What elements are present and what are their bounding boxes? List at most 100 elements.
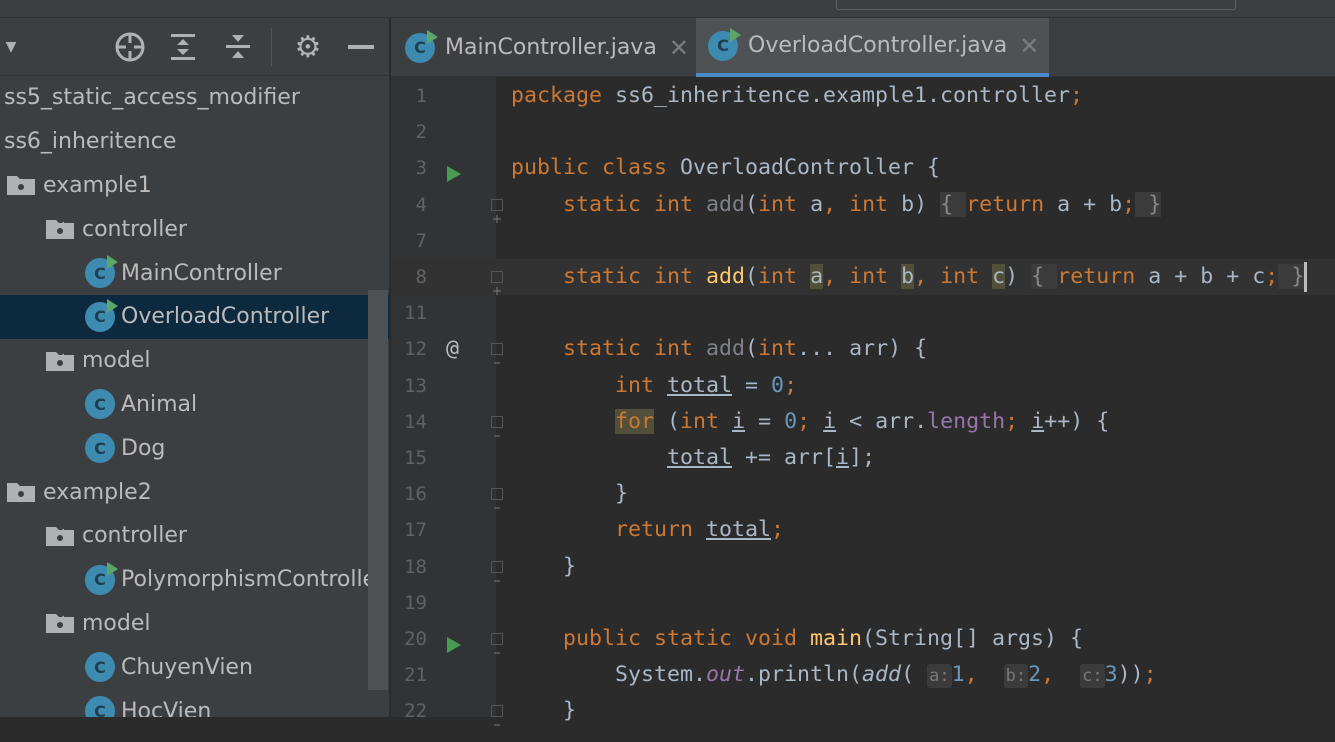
fold-expand-icon[interactable] [491, 198, 503, 223]
code-token: for [615, 408, 655, 434]
code-token: ; [1265, 264, 1279, 289]
tree-item-hocvien[interactable]: C HocVien [0, 689, 389, 717]
tree-item-overloadcontroller[interactable]: C OverloadController [0, 294, 389, 339]
code-line[interactable]: 21 System.out.println(add( a:1, b:2, c:3… [391, 657, 1335, 693]
code-token: ( [745, 336, 759, 362]
tree-item-animal[interactable]: C Animal [0, 383, 389, 427]
code-line[interactable]: 14 for (int i = 0; i < arr.length; i++) … [391, 404, 1335, 440]
tab-main-controller[interactable]: C MainController.java ✕ [395, 18, 695, 77]
tree-item-label: ss6_inheritence [4, 129, 177, 155]
tree-item-controller[interactable]: ❯controller [0, 207, 389, 251]
fold-collapse-icon[interactable] [491, 705, 503, 726]
class-icon: C [85, 652, 115, 683]
code-line[interactable]: 12 @ static int add(int... arr) { [391, 331, 1335, 367]
code-token: package [511, 83, 603, 108]
search-field[interactable] [836, 0, 1236, 10]
close-icon[interactable]: ✕ [669, 34, 689, 62]
tree-item-label: MainController [121, 260, 282, 286]
code-line[interactable]: 1 package ss6_inheritence.example1.contro… [391, 78, 1335, 114]
minimize-icon[interactable] [344, 30, 378, 64]
line-number: 20 [404, 628, 427, 650]
fold-collapse-icon[interactable] [491, 343, 503, 364]
tree-item-maincontroller[interactable]: C MainController [0, 251, 389, 295]
code-line[interactable]: 13 int total = 0; [391, 368, 1335, 404]
code-line[interactable]: 8 static int add(int a, int b, int c) { … [391, 259, 1335, 295]
code-token: , [823, 264, 837, 289]
code-line[interactable]: 18 } [391, 549, 1335, 585]
code-token: ) [1005, 264, 1032, 289]
code-line[interactable]: 17 return total; [391, 512, 1335, 548]
toolbar-divider [271, 28, 272, 66]
code-token: ( [745, 264, 759, 289]
tree-item-ss5_static_access_modifier[interactable]: ss5_static_access_modifier [0, 76, 389, 120]
tab-label: MainController.java [445, 35, 657, 60]
code-line[interactable]: 19 [391, 585, 1335, 621]
package-folder-icon [6, 481, 36, 503]
code-token: total [706, 517, 772, 543]
code-editor[interactable]: 1 package ss6_inheritence.example1.contro… [391, 77, 1335, 726]
fold-collapse-icon[interactable] [491, 560, 503, 582]
class-icon: C [85, 561, 118, 595]
code-token: main [810, 626, 863, 651]
code-line[interactable]: 11 [391, 295, 1335, 331]
code-text: static int add(int a, int b) { return a … [511, 187, 1162, 223]
line-number: 16 [404, 483, 427, 506]
class-icon: C [85, 255, 118, 289]
fold-expand-icon[interactable] [491, 271, 503, 295]
code-token: a + b [1057, 191, 1123, 217]
line-number: 21 [404, 664, 427, 687]
parameter-hint: c: [1080, 664, 1105, 689]
code-text: } [511, 693, 576, 729]
tree-item-controller[interactable]: ❯controller [0, 514, 389, 558]
code-token: < arr. [836, 408, 928, 434]
code-line[interactable]: 3 public class OverloadController { [391, 150, 1335, 186]
sidebar-scrollbar[interactable] [368, 290, 388, 690]
code-token: int [836, 191, 902, 217]
gear-icon[interactable]: ⚙ [291, 30, 325, 65]
project-toolbar: ▼ ⚙ [0, 18, 389, 76]
code-line[interactable]: 20 public static void main(String[] args… [391, 621, 1335, 657]
line-number: 4 [415, 193, 427, 216]
tree-item-model[interactable]: ❯model [0, 602, 389, 646]
code-line[interactable]: 2 [391, 114, 1335, 150]
code-line[interactable]: 7 [391, 223, 1335, 259]
code-token: add [862, 662, 902, 688]
code-token: , [964, 662, 1004, 688]
code-text: public class OverloadController { [511, 150, 940, 186]
collapse-all-icon[interactable] [221, 30, 255, 64]
tree-item-dog[interactable]: C Dog [0, 426, 389, 470]
code-line[interactable]: 16 } [391, 476, 1335, 512]
tree-item-model[interactable]: ❯model [0, 339, 389, 383]
code-line[interactable]: 4 static int add(int a, int b) { return … [391, 187, 1335, 223]
tree-item-ss6_inheritence[interactable]: ss6_inheritence [0, 120, 389, 164]
close-icon[interactable]: ✕ [1019, 32, 1039, 60]
code-token: } [1135, 191, 1162, 217]
line-number: 12 [404, 338, 427, 361]
project-sidebar: ▼ ⚙ ss5_static_access_modifier ss6_inheri… [0, 18, 390, 717]
tree-item-label: example1 [43, 172, 152, 198]
fold-collapse-icon[interactable] [491, 415, 503, 437]
code-token: += arr[ [732, 445, 837, 470]
parameter-hint: a: [927, 664, 952, 689]
expand-all-icon[interactable] [166, 30, 200, 64]
tree-item-example1[interactable]: example1 [0, 164, 389, 208]
code-line[interactable]: 22 } [391, 693, 1335, 729]
package-folder-icon [45, 218, 75, 240]
tree-item-chuyenvien[interactable]: C ChuyenVien [0, 645, 389, 689]
locate-icon[interactable] [113, 30, 147, 64]
tab-overload-controller[interactable]: C OverloadController.java ✕ [696, 18, 1049, 77]
fold-collapse-icon[interactable] [491, 488, 503, 509]
code-text: total += arr[i]; [511, 440, 875, 476]
overload-marker-icon[interactable]: @ [446, 331, 459, 367]
code-token: int [758, 336, 798, 362]
fold-collapse-icon[interactable] [491, 633, 503, 654]
tree-item-example2[interactable]: example2 [0, 470, 389, 514]
code-token: static int [511, 264, 707, 289]
code-text: for (int i = 0; i < arr.length; i++) { [511, 404, 1109, 440]
dropdown-arrow-icon[interactable]: ▼ [0, 30, 28, 64]
tree-item-label: controller [82, 523, 187, 549]
code-token: , [823, 191, 837, 217]
code-line[interactable]: 15 total += arr[i]; [391, 440, 1335, 476]
tree-item-polymorphismcontroller[interactable]: C PolymorphismController [0, 558, 389, 602]
code-token: , [914, 264, 928, 289]
